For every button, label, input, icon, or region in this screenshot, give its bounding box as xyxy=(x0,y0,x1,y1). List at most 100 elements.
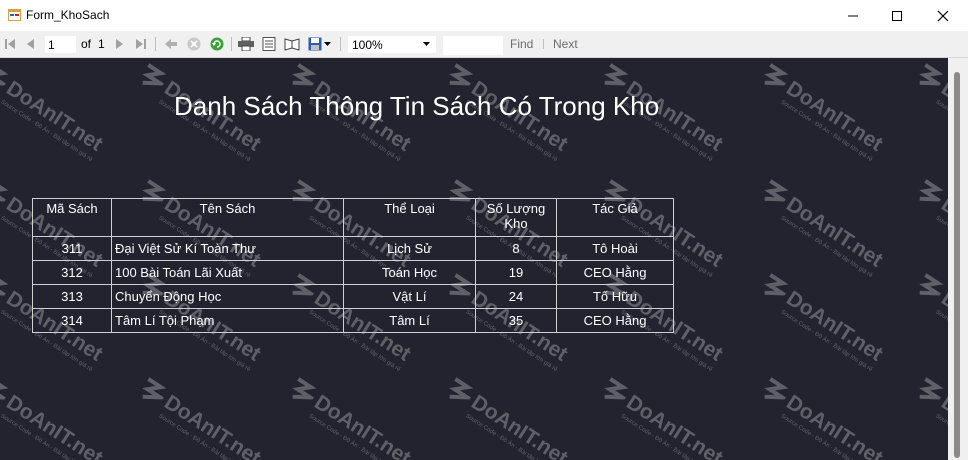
cell-the-loai: Lịch Sử xyxy=(343,236,476,261)
doanit-logo-icon xyxy=(919,273,945,296)
cell-so-luong: 35 xyxy=(475,308,557,333)
watermark-subtext: Source Code - Đồ Án - Bài tập lớn giá rẻ xyxy=(934,413,948,460)
stop-button[interactable] xyxy=(186,36,202,52)
table-row: 313 Chuyển Động Học Vật Lí 24 Tố Hữu xyxy=(32,284,674,309)
cell-so-luong: 8 xyxy=(475,236,557,261)
toolbar-separator xyxy=(340,37,341,51)
watermark-doanit: DoAnIT.netSource Code - Đồ Án - Bài tập … xyxy=(0,60,107,163)
watermark-subtext: Source Code - Đồ Án - Bài tập lớn giá rẻ xyxy=(619,413,714,460)
watermark-subtext: Source Code - Đồ Án - Bài tập lớn giá rẻ xyxy=(779,99,874,164)
doanit-logo-icon xyxy=(604,377,630,400)
watermark-doanit: DoAnIT.netSource Code - Đồ Án - Bài tập … xyxy=(134,374,265,460)
doanit-logo-icon xyxy=(0,63,10,86)
print-layout-icon xyxy=(262,37,276,51)
stop-icon xyxy=(187,37,201,51)
watermark-subtext: Source Code - Đồ Án - Bài tập lớn giá rẻ xyxy=(157,413,252,460)
cell-so-luong: 19 xyxy=(475,260,557,285)
minimize-button[interactable] xyxy=(830,0,876,31)
cell-the-loai: Vật Lí xyxy=(343,284,476,309)
watermark-doanit: DoAnIT.netSource Code - Đồ Án - Bài tập … xyxy=(911,176,948,279)
watermark-doanit: DoAnIT.netSource Code - Đồ Án - Bài tập … xyxy=(756,374,887,460)
refresh-icon xyxy=(210,37,224,51)
watermark-doanit: DoAnIT.netSource Code - Đồ Án - Bài tập … xyxy=(284,374,415,460)
watermark-doanit: DoAnIT.netSource Code - Đồ Án - Bài tập … xyxy=(911,60,948,163)
toolbar-separator xyxy=(231,37,232,51)
watermark-text: DoAnIT.net xyxy=(782,286,887,366)
doanit-logo-icon xyxy=(0,377,10,400)
cell-so-luong: 24 xyxy=(475,284,557,309)
watermark-subtext: Source Code - Đồ Án - Bài tập lớn giá rẻ xyxy=(934,99,948,163)
doanit-logo-icon xyxy=(764,377,790,400)
find-text-input[interactable] xyxy=(443,36,503,55)
watermark-doanit: DoAnIT.netSource Code - Đồ Án - Bài tập … xyxy=(756,270,887,373)
cell-ma-sach: 312 xyxy=(32,260,112,285)
doanit-logo-icon xyxy=(764,273,790,296)
cell-ten-sach: Chuyển Động Học xyxy=(111,284,344,309)
find-next-button[interactable]: Next xyxy=(553,37,578,51)
report-toolbar: of 1 100% Find Next xyxy=(0,31,968,58)
first-page-button[interactable] xyxy=(3,36,17,52)
watermark-doanit: DoAnIT.netSource Code - Đồ Án - Bài tập … xyxy=(441,374,572,460)
next-page-button[interactable] xyxy=(112,36,126,52)
toolbar-separator xyxy=(155,37,156,51)
watermark-doanit: DoAnIT.netSource Code - Đồ Án - Bài tập … xyxy=(756,60,887,163)
chevron-down-icon xyxy=(323,41,331,46)
cell-tac-gia: CEO Hằng xyxy=(556,308,674,333)
doanit-logo-icon xyxy=(764,63,790,86)
save-disk-icon xyxy=(308,37,321,51)
page-setup-icon xyxy=(284,38,300,51)
cell-the-loai: Toán Học xyxy=(343,260,476,285)
back-button[interactable] xyxy=(163,36,179,52)
cell-tac-gia: Tô Hoài xyxy=(556,236,674,261)
current-page-input[interactable] xyxy=(45,36,76,53)
doanit-logo-icon xyxy=(0,273,10,296)
watermark-subtext: Source Code - Đồ Án - Bài tập lớn giá rẻ xyxy=(779,215,874,280)
doanit-logo-icon xyxy=(764,179,790,202)
refresh-button[interactable] xyxy=(209,36,225,52)
watermark-text: DoAnIT.net xyxy=(937,192,948,272)
cell-ten-sach: Đại Việt Sử Kí Toàn Thư xyxy=(111,236,344,261)
doanit-logo-icon xyxy=(292,377,318,400)
printer-icon xyxy=(238,37,254,51)
watermark-text: DoAnIT.net xyxy=(937,286,948,366)
export-button[interactable] xyxy=(306,36,332,52)
watermark-subtext: Source Code - Đồ Án - Bài tập lớn giá rẻ xyxy=(779,309,874,374)
table-row: 314 Tâm Lí Tội Phạm Tâm Lí 35 CEO Hằng xyxy=(32,308,674,333)
watermark-subtext: Source Code - Đồ Án - Bài tập lớn giá rẻ xyxy=(0,413,94,460)
doanit-logo-icon xyxy=(0,179,10,202)
close-icon xyxy=(937,10,949,21)
next-page-icon xyxy=(116,39,123,49)
zoom-select[interactable]: 100% xyxy=(348,36,436,53)
watermark-subtext: Source Code - Đồ Án - Bài tập lớn giá rẻ xyxy=(934,215,948,279)
maximize-button[interactable] xyxy=(874,0,920,31)
watermark-subtext: Source Code - Đồ Án - Bài tập lớn giá rẻ xyxy=(934,309,948,373)
last-page-button[interactable] xyxy=(134,36,148,52)
doanit-logo-icon xyxy=(919,377,945,400)
back-arrow-icon xyxy=(165,39,177,49)
previous-page-button[interactable] xyxy=(24,36,38,52)
books-table: Mã Sách Tên Sách Thể Loại Số Lượng Kho T… xyxy=(32,198,674,333)
watermark-doanit: DoAnIT.netSource Code - Đồ Án - Bài tập … xyxy=(911,374,948,460)
find-button[interactable]: Find xyxy=(510,37,533,51)
print-button[interactable] xyxy=(237,36,255,52)
print-layout-button[interactable] xyxy=(260,36,278,52)
form-app-icon xyxy=(8,9,21,21)
vertical-scrollbar-thumb[interactable] xyxy=(954,72,960,458)
table-header-row: Mã Sách Tên Sách Thể Loại Số Lượng Kho T… xyxy=(32,198,674,237)
watermark-subtext: Source Code - Đồ Án - Bài tập lớn giá rẻ xyxy=(464,413,559,460)
window-titlebar: Form_KhoSach xyxy=(0,0,968,31)
page-of-label: of xyxy=(81,37,92,51)
report-title: Danh Sách Thông Tin Sách Có Trong Kho xyxy=(174,91,660,121)
doanit-logo-icon xyxy=(142,377,168,400)
previous-page-icon xyxy=(27,39,34,49)
watermark-doanit: DoAnIT.netSource Code - Đồ Án - Bài tập … xyxy=(911,270,948,373)
column-header-so-luong-kho: Số Lượng Kho xyxy=(475,198,557,237)
watermark-text: DoAnIT.net xyxy=(2,76,107,156)
toolbar-separator xyxy=(543,39,544,49)
column-header-ten-sach: Tên Sách xyxy=(111,198,344,237)
watermark-text: DoAnIT.net xyxy=(622,390,727,460)
page-setup-button[interactable] xyxy=(283,36,301,52)
cell-tac-gia: Tố Hữu xyxy=(556,284,674,309)
doanit-logo-icon xyxy=(919,63,945,86)
close-button[interactable] xyxy=(920,0,966,31)
